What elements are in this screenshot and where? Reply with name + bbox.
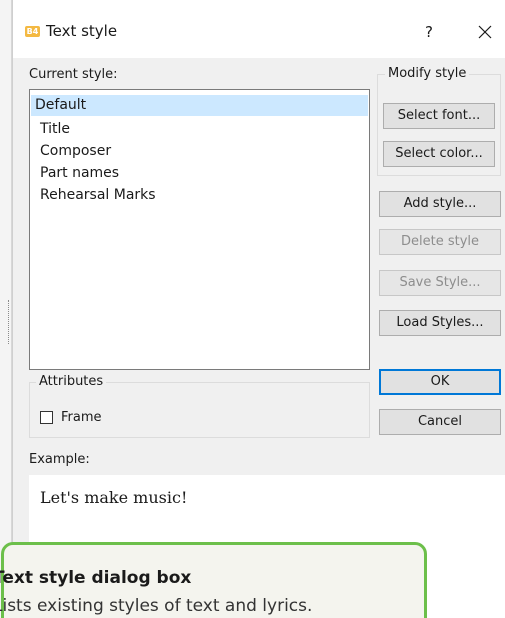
ok-button[interactable]: OK [379, 369, 501, 395]
frame-checkbox-label: Frame [61, 410, 102, 425]
title-bar: B4 Text style ? [13, 0, 505, 58]
load-styles-button[interactable]: Load Styles... [379, 310, 501, 336]
style-listbox[interactable]: Default Title Composer Part names Rehear… [29, 89, 370, 370]
attributes-label: Attributes [36, 374, 107, 389]
cancel-button[interactable]: Cancel [379, 409, 501, 435]
screenshot-stage: B4 Text style ? Current style: Default T… [0, 0, 505, 618]
background-window-edge [0, 0, 12, 618]
dialog-title: Text style [46, 22, 118, 40]
style-list-item[interactable]: Title [31, 119, 70, 140]
help-button[interactable]: ? [415, 18, 443, 46]
modify-style-label: Modify style [385, 66, 470, 81]
app-logo-icon: B4 [25, 26, 40, 37]
select-color-button[interactable]: Select color... [383, 141, 495, 167]
add-style-button[interactable]: Add style... [379, 191, 501, 217]
delete-style-button[interactable]: Delete style [379, 229, 501, 255]
example-label: Example: [29, 452, 90, 467]
style-list-item[interactable]: Part names [31, 163, 119, 184]
style-list-item[interactable]: Composer [31, 141, 111, 162]
style-list-item[interactable]: Rehearsal Marks [31, 185, 156, 206]
frame-checkbox[interactable] [40, 411, 53, 424]
close-icon [478, 25, 492, 39]
callout-body: Lists existing styles of text and lyrics… [0, 596, 313, 616]
text-style-dialog: B4 Text style ? Current style: Default T… [0, 0, 505, 618]
select-font-button[interactable]: Select font... [383, 103, 495, 129]
style-list-item[interactable]: Default [31, 95, 368, 116]
example-preview-text: Let's make music! [40, 488, 188, 507]
callout-title: Text style dialog box [0, 568, 192, 588]
close-button[interactable] [471, 18, 499, 46]
splitter-handle[interactable] [8, 300, 9, 344]
save-style-button[interactable]: Save Style... [379, 270, 501, 296]
current-style-label: Current style: [29, 67, 118, 82]
